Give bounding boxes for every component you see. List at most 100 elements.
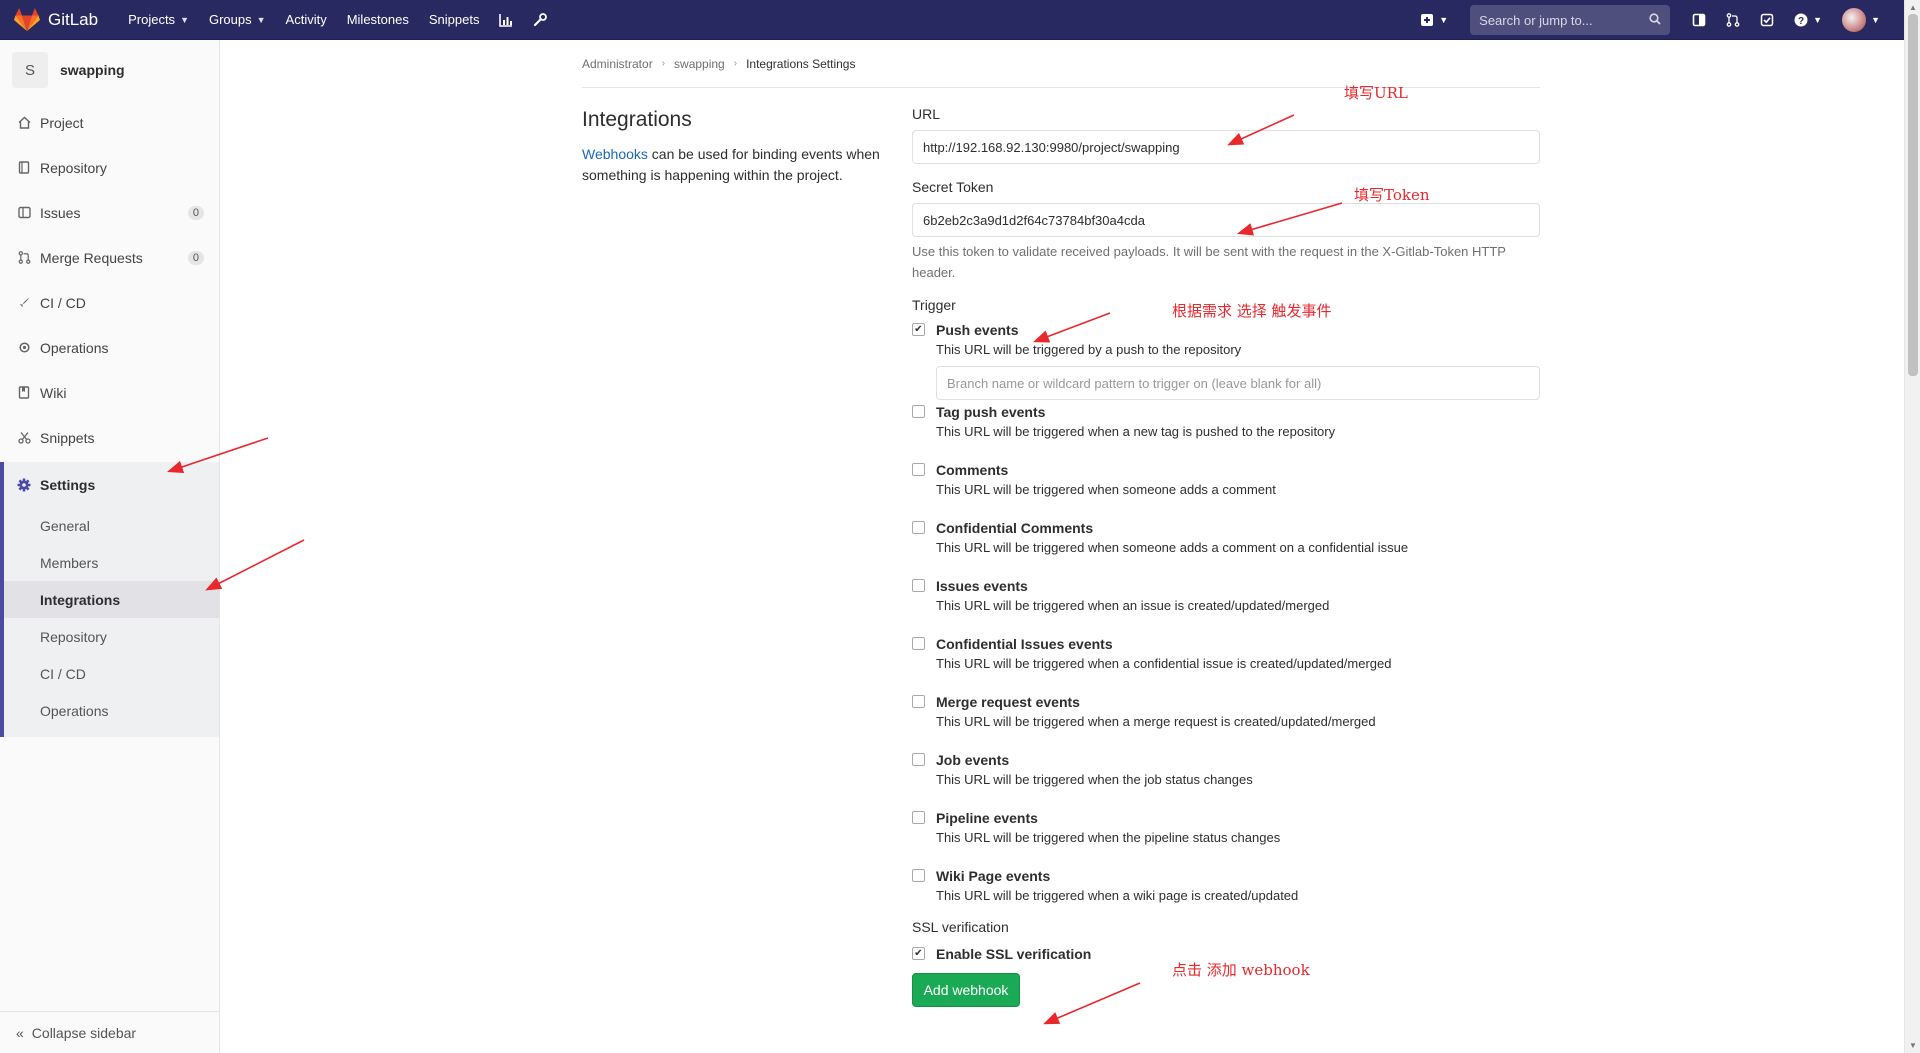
branch-filter-input[interactable]: Branch name or wildcard pattern to trigg… <box>936 366 1540 400</box>
sidebar-item-snippets[interactable]: Snippets <box>0 415 219 460</box>
event-name: Confidential Comments <box>936 520 1094 536</box>
pipeline-events-checkbox[interactable] <box>912 811 925 824</box>
sidebar-item-ci-cd[interactable]: CI / CD <box>0 280 219 325</box>
chevron-down-icon: ▼ <box>256 14 266 25</box>
settings-sub-operations[interactable]: Operations <box>4 692 219 729</box>
add-webhook-button[interactable]: Add webhook <box>912 973 1020 1007</box>
cloud-gear-icon <box>16 340 32 356</box>
url-field[interactable]: http://192.168.92.130:9980/project/swapp… <box>912 130 1540 164</box>
sidebar-item-label: Settings <box>40 476 96 493</box>
page-scrollbar[interactable]: ▲ ▼ <box>1904 0 1920 1053</box>
book-icon <box>16 160 32 176</box>
gitlab-tanuki-icon <box>14 7 40 31</box>
home-icon <box>16 115 32 131</box>
annotation-submit: 点击 添加 webhook <box>1172 961 1310 979</box>
event-name: Pipeline events <box>936 810 1038 826</box>
scrollbar-thumb[interactable] <box>1908 14 1918 376</box>
double-chevron-left-icon: « <box>16 1024 24 1041</box>
nav-milestones[interactable]: Milestones <box>347 12 409 27</box>
merge-request-events-checkbox[interactable] <box>912 695 925 708</box>
event-name: Comments <box>936 462 1009 478</box>
brand-name: GitLab <box>48 9 99 29</box>
sidebar-item-project[interactable]: Project <box>0 100 219 145</box>
sidebar-item-merge-requests[interactable]: Merge Requests 0 <box>0 235 219 280</box>
event-description: This URL will be triggered when a confid… <box>936 656 1392 671</box>
sidebar-item-wiki[interactable]: Wiki <box>0 370 219 415</box>
event-name: Issues events <box>936 578 1028 594</box>
plus-square-icon[interactable]: ▼ <box>1420 13 1448 27</box>
settings-sub-repository[interactable]: Repository <box>4 618 219 655</box>
event-description: This URL will be triggered when the pipe… <box>936 830 1281 845</box>
breadcrumb-administrator[interactable]: Administrator <box>582 57 653 71</box>
nav-activity[interactable]: Activity <box>286 12 327 27</box>
chevron-right-icon: › <box>661 58 666 69</box>
event-description: This URL will be triggered when someone … <box>936 540 1409 555</box>
issues-count-badge: 0 <box>187 205 204 220</box>
sidebar-item-operations[interactable]: Operations <box>0 325 219 370</box>
nav-groups-label: Groups <box>208 12 252 27</box>
search-input[interactable]: Search or jump to... <box>1470 5 1671 35</box>
nav-projects[interactable]: Projects ▼ <box>128 12 189 27</box>
user-menu[interactable]: ▼ <box>1842 8 1880 32</box>
sidebar-item-label: Operations <box>40 339 109 356</box>
issues-events-checkbox[interactable] <box>912 579 925 592</box>
comments-checkbox[interactable] <box>912 463 925 476</box>
settings-sub-general[interactable]: General <box>4 507 219 544</box>
settings-sub-ci-cd[interactable]: CI / CD <box>4 655 219 692</box>
scroll-down-icon[interactable]: ▼ <box>1909 1041 1917 1050</box>
tag-push-events-checkbox[interactable] <box>912 405 925 418</box>
breadcrumb-project[interactable]: swapping <box>674 57 725 71</box>
project-header[interactable]: S swapping <box>0 40 219 100</box>
event-pipeline: Pipeline events This URL will be trigger… <box>912 809 1540 867</box>
merge-request-icon <box>16 250 32 266</box>
event-confidential-comments: Confidential Comments This URL will be t… <box>912 519 1540 577</box>
event-description: This URL will be triggered by a push to … <box>936 342 1242 357</box>
nav-groups[interactable]: Groups ▼ <box>209 12 266 27</box>
event-wiki-page: Wiki Page events This URL will be trigge… <box>912 867 1540 925</box>
secret-token-field[interactable]: 6b2eb2c3a9d1d2f64c73784bf30a4cda <box>912 203 1540 237</box>
annotation-trigger: 根据需求 选择 触发事件 <box>1172 302 1332 320</box>
collapse-sidebar-label: Collapse sidebar <box>31 1024 137 1041</box>
settings-sub-integrations[interactable]: Integrations <box>4 581 219 618</box>
event-description: This URL will be triggered when an issue… <box>936 598 1330 613</box>
scroll-up-icon[interactable]: ▲ <box>1909 3 1917 12</box>
project-sidebar: S swapping Project Repository Issues 0 M… <box>0 40 220 1053</box>
breadcrumb: Administrator › swapping › Integrations … <box>582 40 1540 88</box>
url-label: URL <box>912 106 941 122</box>
nav-snippets[interactable]: Snippets <box>429 12 480 27</box>
confidential-comments-checkbox[interactable] <box>912 521 925 534</box>
sidebar-item-issues[interactable]: Issues 0 <box>0 190 219 235</box>
todo-check-icon[interactable] <box>1760 13 1774 27</box>
arrow-to-integrations <box>205 539 305 591</box>
sidebar-item-settings[interactable]: Settings <box>4 462 219 507</box>
webhooks-link[interactable]: Webhooks <box>582 146 648 162</box>
wiki-page-events-checkbox[interactable] <box>912 869 925 882</box>
event-description: This URL will be triggered when a wiki p… <box>936 888 1299 903</box>
sidebar-item-label: Snippets <box>40 429 95 446</box>
ssl-verification-checkbox[interactable]: ✔ <box>912 947 925 960</box>
search-icon <box>1649 12 1661 28</box>
gitlab-logo[interactable]: GitLab <box>14 7 99 32</box>
event-merge-request: Merge request events This URL will be tr… <box>912 693 1540 751</box>
job-events-checkbox[interactable] <box>912 753 925 766</box>
help-icon[interactable]: ? ▼ <box>1794 13 1822 27</box>
event-job: Job events This URL will be triggered wh… <box>912 751 1540 809</box>
collapse-sidebar-button[interactable]: « Collapse sidebar <box>0 1011 219 1053</box>
event-description: This URL will be triggered when a merge … <box>936 714 1376 729</box>
merge-request-icon[interactable] <box>1726 13 1740 27</box>
chart-icon[interactable] <box>499 13 513 27</box>
event-description: This URL will be triggered when the job … <box>936 772 1253 787</box>
annotation-token: 填写Token <box>1354 186 1430 204</box>
sidebar-toggle-icon[interactable] <box>1692 13 1706 27</box>
sidebar-item-repository[interactable]: Repository <box>0 145 219 190</box>
event-push: ✔ Push events This URL will be triggered… <box>912 321 1540 403</box>
avatar <box>1842 8 1867 32</box>
confidential-issues-checkbox[interactable] <box>912 637 925 650</box>
settings-sub-members[interactable]: Members <box>4 544 219 581</box>
intro-text: Webhooks can be used for binding events … <box>582 144 892 186</box>
breadcrumb-current[interactable]: Integrations Settings <box>746 57 855 71</box>
search-placeholder: Search or jump to... <box>1479 12 1593 28</box>
wrench-icon[interactable] <box>533 12 548 27</box>
svg-text:?: ? <box>1798 16 1804 27</box>
push-events-checkbox[interactable]: ✔ <box>912 323 925 336</box>
